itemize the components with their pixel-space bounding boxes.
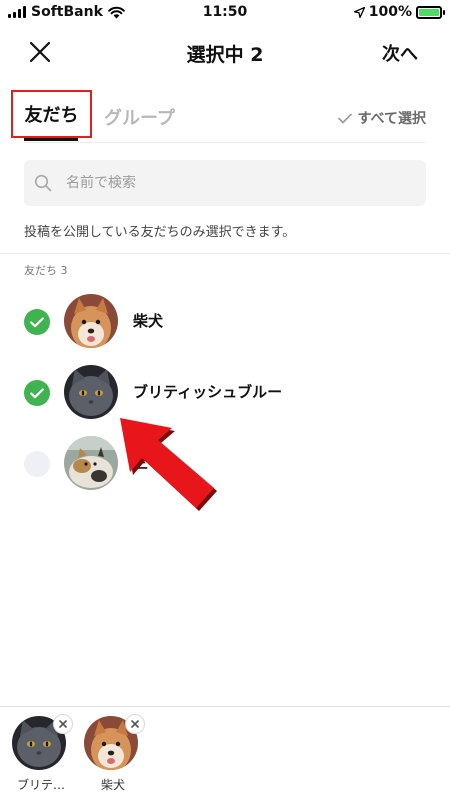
- tabs-divider: [24, 142, 426, 143]
- avatar-shiba-dog: [64, 294, 118, 348]
- chip-label: ブリテ…: [16, 778, 65, 792]
- location-arrow-icon: [353, 6, 365, 18]
- active-tab-indicator: [24, 138, 78, 141]
- checkmark-icon: [337, 113, 352, 123]
- tray-divider: [0, 706, 450, 707]
- tab-groups[interactable]: グループ: [104, 104, 175, 130]
- section-header: 友だち 3: [24, 264, 68, 277]
- selected-check[interactable]: [24, 309, 50, 335]
- remove-chip-button[interactable]: [53, 714, 73, 734]
- friend-row-shiba[interactable]: 柴犬: [0, 290, 450, 354]
- search-icon: [34, 174, 52, 192]
- unselected-check[interactable]: [24, 451, 50, 477]
- tab-bar: 友だち グループ すべて選択: [0, 88, 450, 143]
- close-icon: [131, 720, 139, 728]
- chip-label: 柴犬: [100, 778, 125, 792]
- header: 選択中 2 次へ: [0, 30, 450, 74]
- notice-text: 投稿を公開している友だちのみ選択できます。: [24, 225, 296, 240]
- checkmark-icon: [30, 316, 44, 327]
- select-all-label: すべて選択: [357, 111, 426, 127]
- battery-percent: 100%: [368, 4, 412, 20]
- avatar-calico-cat: [64, 436, 118, 490]
- selected-check[interactable]: [24, 380, 50, 406]
- friend-row-calico[interactable]: 三: [0, 432, 450, 496]
- close-icon: [59, 720, 67, 728]
- section-divider: [0, 253, 450, 254]
- search-bar[interactable]: [24, 160, 426, 206]
- status-bar: SoftBank 11:50 100%: [0, 0, 450, 24]
- friend-name: 柴犬: [133, 312, 164, 330]
- pointer-arrow-icon: [120, 418, 217, 511]
- battery-icon: [416, 5, 445, 19]
- select-all-button[interactable]: すべて選択: [337, 108, 426, 128]
- friend-row-british-blue[interactable]: ブリティッシュブルー: [0, 361, 450, 425]
- selected-chip-shiba[interactable]: 柴犬: [84, 714, 150, 796]
- status-right: 100%: [353, 4, 445, 20]
- remove-chip-button[interactable]: [125, 714, 145, 734]
- search-input[interactable]: [66, 175, 396, 191]
- checkmark-icon: [30, 387, 44, 398]
- tab-friends[interactable]: 友だち: [11, 90, 92, 138]
- selected-chip-british-blue[interactable]: ブリテ…: [12, 714, 78, 796]
- next-button[interactable]: 次へ: [382, 40, 418, 66]
- friend-name: ブリティッシュブルー: [133, 383, 283, 401]
- avatar-british-blue-cat: [64, 365, 118, 419]
